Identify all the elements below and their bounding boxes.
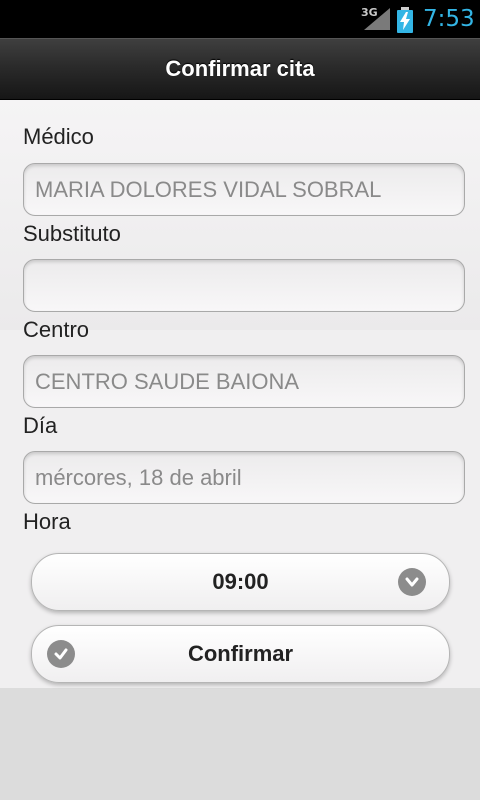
- substituto-field[interactable]: [23, 259, 465, 312]
- hora-select-value: 09:00: [212, 569, 269, 594]
- title-bar: Confirmar cita: [0, 38, 480, 100]
- form-content: Médico MARIA DOLORES VIDAL SOBRAL Substi…: [0, 100, 480, 688]
- confirm-button[interactable]: Confirmar: [31, 625, 450, 683]
- signal-icon: [364, 8, 390, 30]
- check-icon: [47, 640, 75, 668]
- chevron-down-icon: [398, 568, 426, 596]
- page-title: Confirmar cita: [165, 56, 315, 81]
- medico-field[interactable]: MARIA DOLORES VIDAL SOBRAL: [23, 163, 465, 216]
- hora-label: Hora: [23, 509, 71, 534]
- status-bar: 3G 7:53: [0, 0, 480, 38]
- confirm-button-label: Confirmar: [187, 641, 294, 666]
- centro-field[interactable]: CENTRO SAUDE BAIONA: [23, 355, 465, 408]
- dia-label: Día: [23, 413, 58, 438]
- status-time: 7:53: [423, 6, 475, 32]
- medico-label: Médico: [23, 124, 94, 149]
- centro-label: Centro: [23, 317, 90, 342]
- substituto-label: Substituto: [23, 221, 121, 246]
- dia-field[interactable]: mércores, 18 de abril: [23, 451, 465, 504]
- battery-charging-icon: [397, 7, 413, 33]
- hora-select[interactable]: 09:00: [31, 553, 450, 611]
